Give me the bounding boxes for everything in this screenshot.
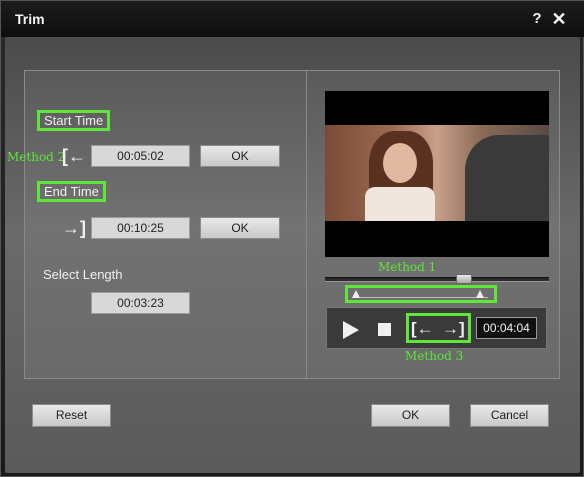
close-button[interactable]: ✕: [550, 9, 568, 29]
select-length-label: Select Length: [43, 267, 123, 282]
seek-slider-thumb[interactable]: [456, 274, 472, 284]
stop-icon[interactable]: [378, 323, 391, 336]
start-ok-button[interactable]: OK: [200, 145, 280, 167]
set-end-icon[interactable]: →]: [62, 219, 86, 237]
end-marker-icon[interactable]: [476, 290, 484, 298]
play-icon[interactable]: [343, 321, 359, 339]
end-time-field[interactable]: 00:10:25: [91, 217, 190, 239]
current-time-display: 00:04:04: [476, 317, 537, 339]
end-ok-button[interactable]: OK: [200, 217, 280, 239]
help-button[interactable]: ?: [528, 9, 546, 29]
end-time-label: End Time: [37, 181, 106, 202]
trim-range-selector: [345, 285, 497, 303]
window-title: Trim: [15, 11, 45, 27]
reset-button[interactable]: Reset: [32, 404, 111, 427]
video-frame: [325, 125, 549, 221]
video-preview: [325, 91, 549, 257]
title-bar: Trim ? ✕: [1, 1, 584, 37]
cancel-button[interactable]: Cancel: [470, 404, 549, 427]
ok-button[interactable]: OK: [371, 404, 450, 427]
mark-start-icon[interactable]: [←: [411, 319, 434, 339]
panel-divider: [306, 70, 307, 379]
start-time-field[interactable]: 00:05:02: [91, 145, 190, 167]
playback-controls: [← →] 00:04:04: [326, 307, 547, 349]
method1-annotation: Method 1: [378, 260, 437, 274]
method2-annotation: Method 2: [7, 150, 66, 164]
method3-highlight: [← →]: [406, 313, 471, 343]
trim-dialog: Trim ? ✕ Start Time Method 2 [← 00:05:02…: [0, 0, 584, 477]
method3-annotation: Method 3: [405, 349, 464, 363]
start-time-label: Start Time: [37, 110, 111, 131]
seek-slider[interactable]: [325, 277, 549, 282]
mark-end-icon[interactable]: →]: [442, 319, 465, 339]
set-start-icon[interactable]: [←: [62, 147, 86, 165]
select-length-field: 00:03:23: [91, 292, 190, 314]
start-marker-icon[interactable]: [352, 290, 360, 298]
